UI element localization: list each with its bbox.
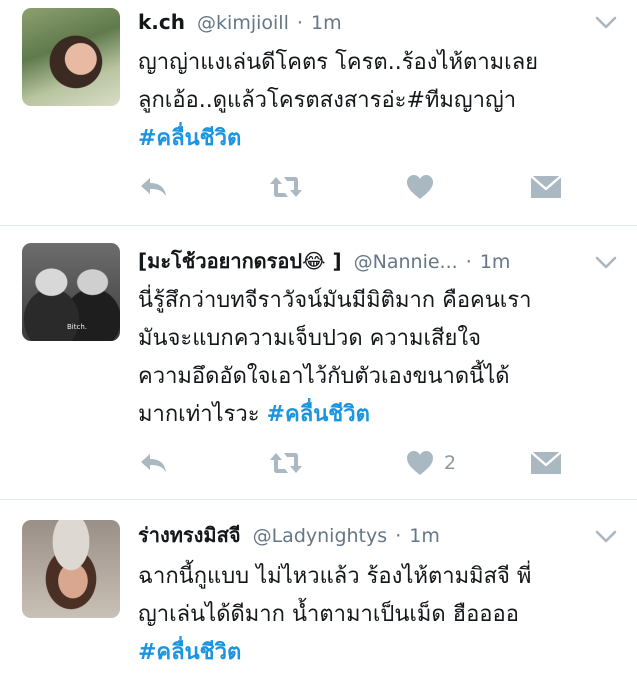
envelope-icon bbox=[530, 175, 562, 198]
tweet-header: [มะโช้วอยากดรอป😂 ] @Nannie... · 1m bbox=[138, 247, 577, 276]
tweet-text: ฉากนี้กูแบบ ไม่ไหวแล้ว ร้องไห้ตามมิสจี พ… bbox=[138, 558, 615, 672]
tweet[interactable]: ร่างทรงมิสจี @Ladynightys · 1m ฉากนี้กูแ… bbox=[0, 500, 637, 680]
tweet-header: k.ch @kimjioill · 1m bbox=[138, 8, 577, 37]
tweet-header: ร่างทรงมิสจี @Ladynightys · 1m bbox=[138, 521, 577, 550]
chevron-down-icon[interactable] bbox=[595, 16, 617, 30]
handle[interactable]: @Ladynightys bbox=[253, 525, 388, 547]
like-button[interactable] bbox=[406, 172, 444, 202]
handle[interactable]: @Nannie... bbox=[354, 251, 458, 273]
tweet[interactable]: Bitch. [มะโช้วอยากดรอป😂 ] @Nannie... · 1… bbox=[0, 226, 637, 500]
tweet-text-line: ญาญ่าแงเล่นดีโคตร โครต..ร้องไห้ตามเลย bbox=[138, 50, 539, 75]
handle[interactable]: @kimjioill bbox=[197, 12, 289, 34]
separator: · bbox=[296, 12, 303, 34]
tweet-text-line: นี่รู้สึกว่าบทจีราวัจน์มันมีมิติมาก คือค… bbox=[138, 288, 532, 313]
tweet-text-line: ญาเล่นได้ดีมาก น้ำตามาเป็นเม็ด ฮืออออ bbox=[138, 602, 519, 627]
separator: · bbox=[395, 525, 402, 547]
hashtag-link[interactable]: #คลื่นชีวิต bbox=[267, 402, 370, 427]
tweet-text: นี่รู้สึกว่าบทจีราวัจน์มันมีมิติมาก คือค… bbox=[138, 282, 615, 434]
display-name[interactable]: k.ch bbox=[138, 10, 185, 34]
tweet[interactable]: k.ch @kimjioill · 1m ญาญ่าแงเล่นดีโคตร โ… bbox=[0, 0, 637, 226]
tweet-text-line: ความอึดอัดใจเอาไว้กับตัวเองขนาดนี้ได้ bbox=[138, 364, 510, 389]
timestamp[interactable]: 1m bbox=[311, 12, 342, 34]
heart-icon bbox=[407, 451, 433, 475]
retweet-icon bbox=[270, 177, 302, 197]
hashtag-link[interactable]: #คลื่นชีวิต bbox=[138, 126, 241, 151]
tweet-actions bbox=[138, 172, 598, 202]
timestamp[interactable]: 1m bbox=[480, 251, 511, 273]
direct-message-button[interactable] bbox=[530, 448, 562, 478]
avatar-watermark: Bitch. bbox=[67, 323, 88, 331]
like-count: 2 bbox=[444, 452, 457, 474]
reply-button[interactable] bbox=[138, 172, 168, 202]
chevron-down-icon[interactable] bbox=[595, 530, 617, 544]
display-name[interactable]: ร่างทรงมิสจี bbox=[138, 523, 241, 547]
chevron-down-icon[interactable] bbox=[595, 256, 617, 270]
direct-message-button[interactable] bbox=[530, 172, 562, 202]
timestamp[interactable]: 1m bbox=[409, 525, 440, 547]
retweet-icon bbox=[270, 453, 302, 473]
tweet-actions: 2 bbox=[138, 448, 598, 478]
tweet-text: ญาญ่าแงเล่นดีโคตร โครต..ร้องไห้ตามเลย ลู… bbox=[138, 44, 615, 158]
reply-button[interactable] bbox=[138, 448, 168, 478]
like-button[interactable]: 2 bbox=[406, 448, 456, 478]
heart-icon bbox=[407, 175, 433, 199]
display-name[interactable]: [มะโช้วอยากดรอป😂 ] bbox=[138, 249, 342, 273]
tweet-text-line: มันจะแบกความเจ็บปวด ความเสียใจ bbox=[138, 326, 482, 351]
hashtag-link[interactable]: #คลื่นชีวิต bbox=[138, 640, 241, 665]
separator: · bbox=[465, 251, 472, 273]
tweet-text-line: ฉากนี้กูแบบ ไม่ไหวแล้ว ร้องไห้ตามมิสจี พ… bbox=[138, 564, 532, 589]
avatar[interactable] bbox=[22, 8, 120, 106]
reply-icon bbox=[141, 178, 166, 196]
tweet-text-line: มากเท่าไรวะ bbox=[138, 402, 267, 427]
tweet-text-line: ลูกเอ้อ..ดูแล้วโครตสงสารอ่ะ#ทีมญาญ่า bbox=[138, 88, 517, 113]
retweet-button[interactable] bbox=[268, 448, 304, 478]
envelope-icon bbox=[530, 451, 562, 474]
reply-icon bbox=[141, 454, 166, 472]
avatar[interactable] bbox=[22, 520, 120, 618]
retweet-button[interactable] bbox=[268, 172, 304, 202]
tweet-feed: k.ch @kimjioill · 1m ญาญ่าแงเล่นดีโคตร โ… bbox=[0, 0, 637, 680]
avatar[interactable]: Bitch. bbox=[22, 243, 120, 341]
